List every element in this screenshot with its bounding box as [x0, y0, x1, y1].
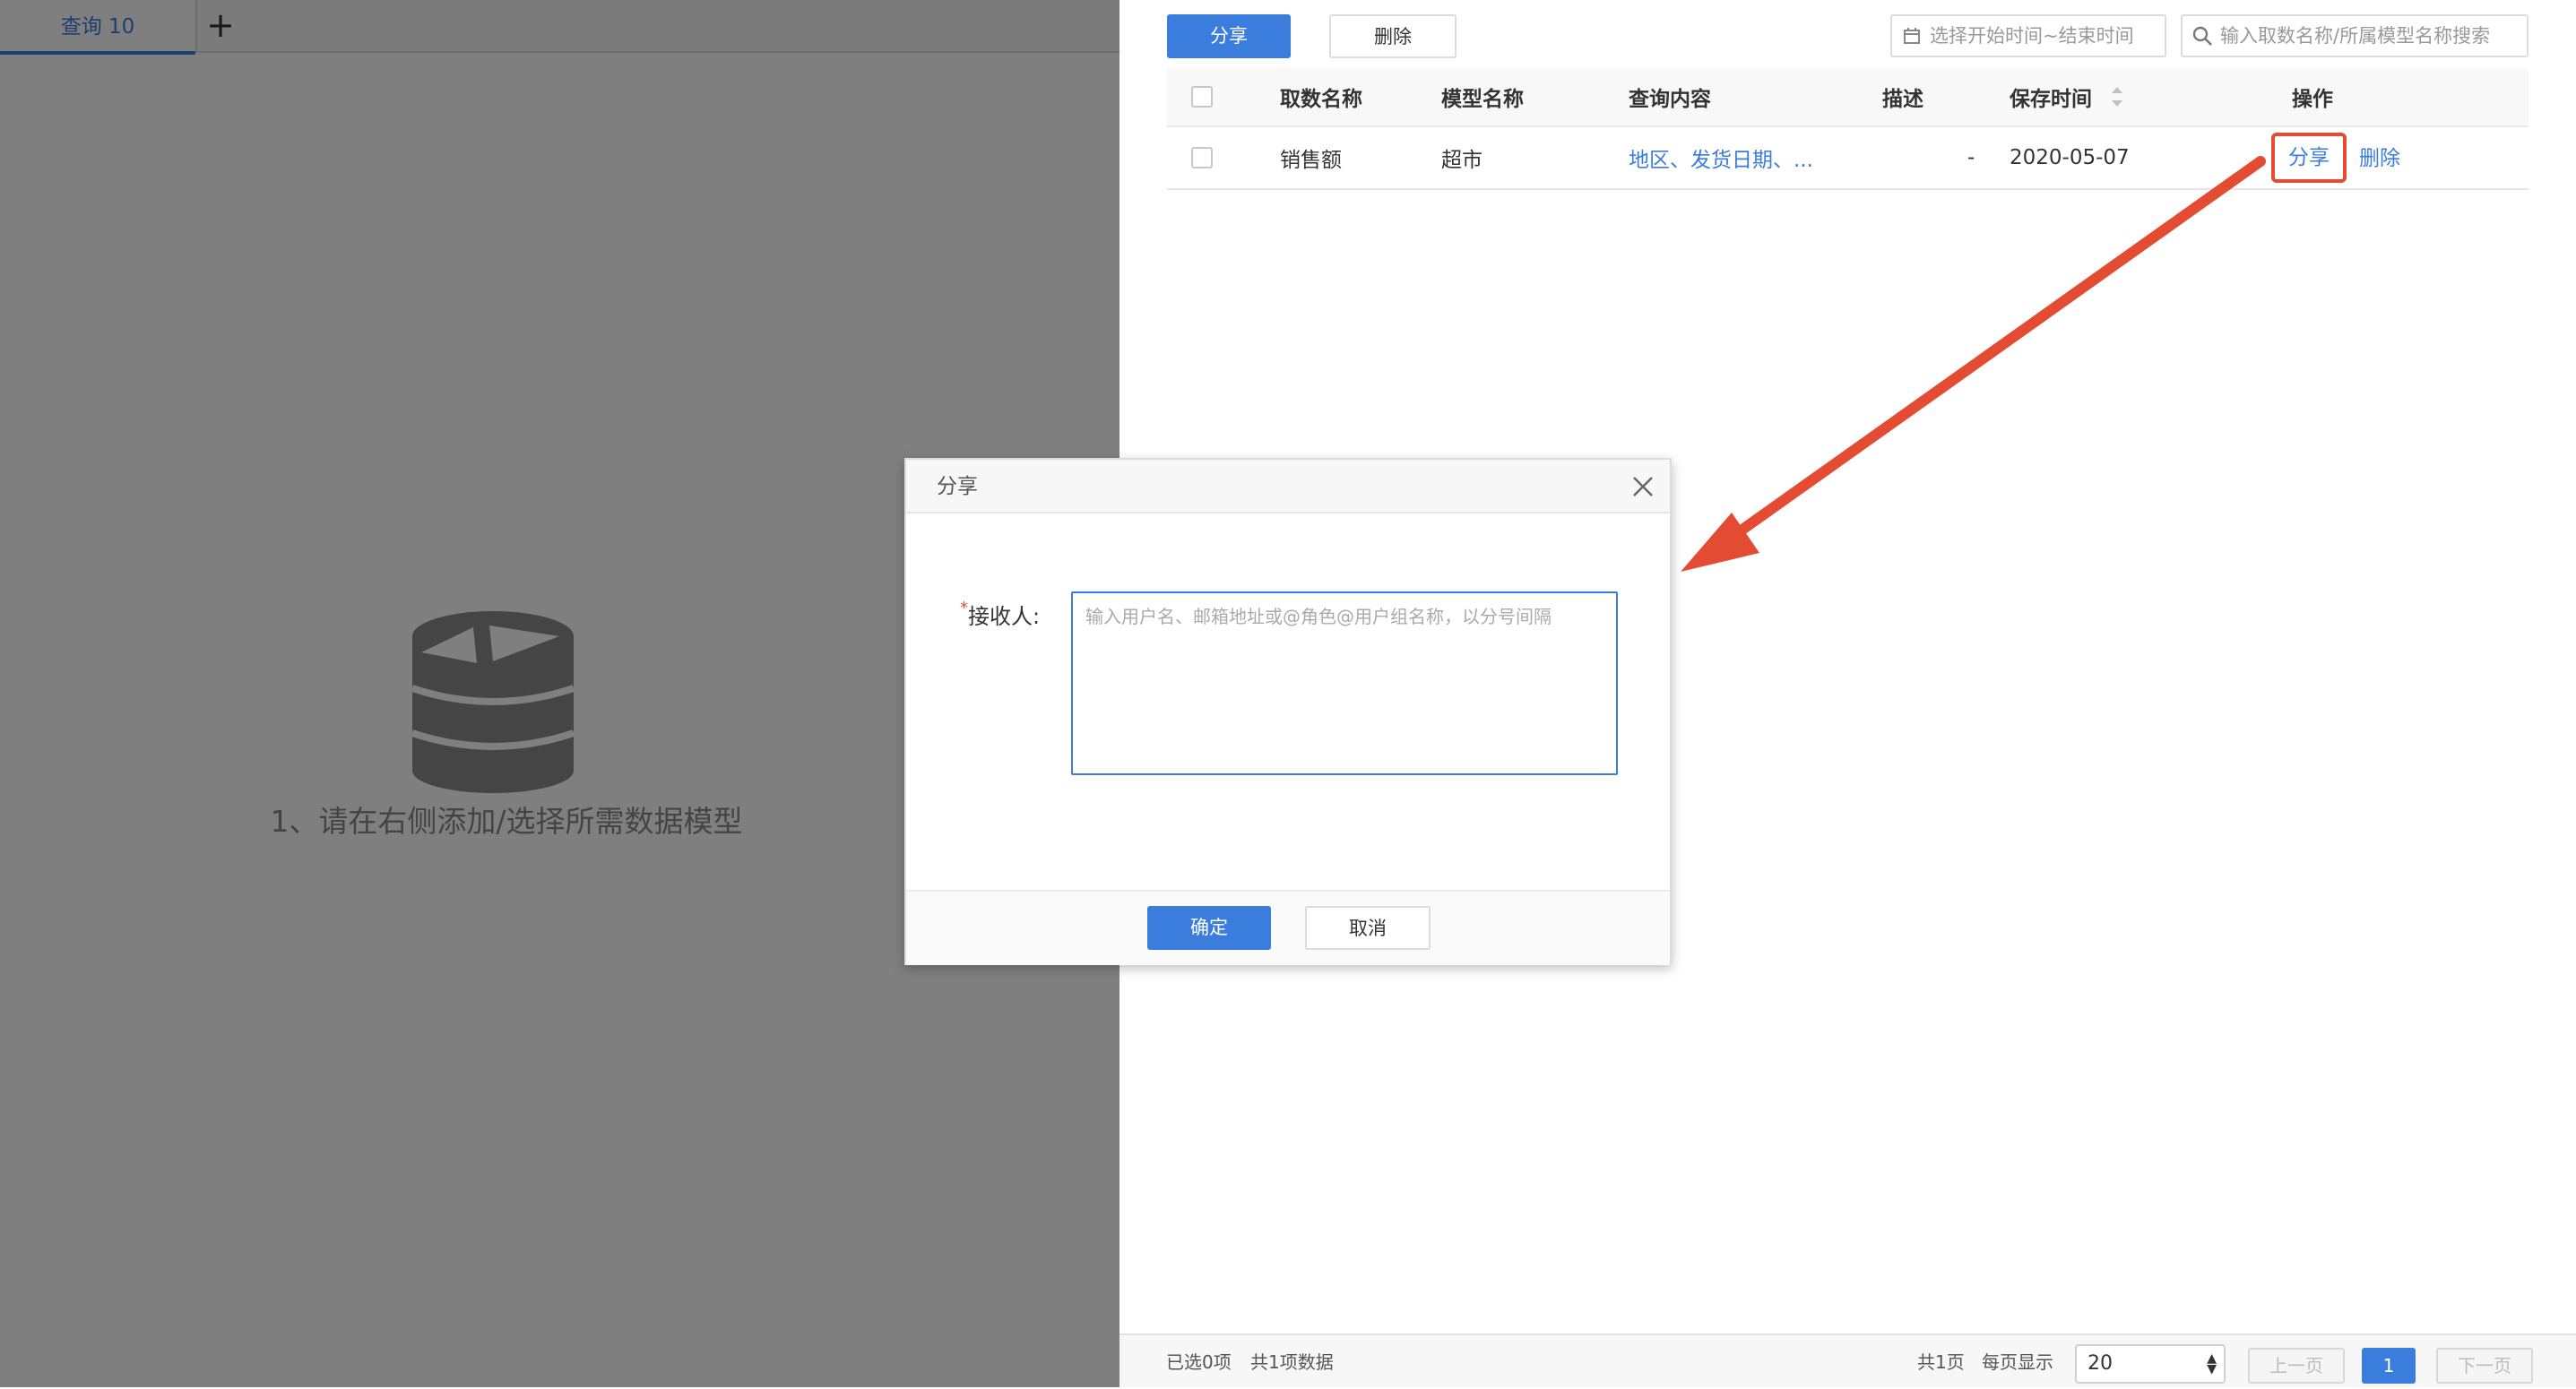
share-button[interactable]: 分享 — [1167, 14, 1291, 58]
search-input[interactable]: 输入取数名称/所属模型名称搜索 — [2181, 14, 2528, 57]
row-select-cell — [1191, 127, 1213, 188]
cell-saved-time: 2020-05-07 — [2010, 146, 2130, 169]
column-header-model: 模型名称 — [1441, 88, 1524, 111]
share-dialog: 分享 *接收人: 确定 取消 — [904, 458, 1672, 965]
saved-time-label: 保存时间 — [2010, 88, 2092, 111]
select-all-checkbox[interactable] — [1191, 86, 1213, 108]
prev-page-button[interactable]: 上一页 — [2248, 1348, 2345, 1384]
row-share-link[interactable]: 分享 — [2271, 133, 2347, 183]
date-range-picker[interactable]: 选择开始时间~结束时间 — [1890, 14, 2166, 57]
cell-model-name: 超市 — [1441, 149, 1482, 172]
page-number-current[interactable]: 1 — [2362, 1348, 2416, 1384]
total-count: 共1项数据 — [1250, 1351, 1334, 1373]
column-header-content: 查询内容 — [1629, 88, 1711, 111]
calendar-icon — [1904, 28, 1920, 44]
next-page-button[interactable]: 下一页 — [2436, 1348, 2533, 1384]
confirm-button[interactable]: 确定 — [1147, 906, 1271, 950]
cancel-button[interactable]: 取消 — [1305, 906, 1431, 950]
close-icon[interactable] — [1630, 474, 1655, 499]
select-all-cell — [1191, 68, 1213, 125]
recipient-label-text: 接收人: — [968, 604, 1041, 629]
pagination-footer: 已选0项 共1项数据 共1页 每页显示 20 ▲ ▼ 上一页 1 下一页 — [1119, 1333, 2576, 1387]
search-placeholder: 输入取数名称/所属模型名称搜索 — [2220, 25, 2491, 47]
per-page-value: 20 — [2088, 1352, 2113, 1375]
column-header-name: 取数名称 — [1280, 88, 1362, 111]
cell-query-content-link[interactable]: 地区、发货日期、... — [1629, 127, 1813, 188]
row-delete-link[interactable]: 删除 — [2359, 127, 2400, 190]
column-header-description: 描述 — [1882, 88, 1923, 111]
dialog-footer: 确定 取消 — [906, 890, 1670, 965]
column-header-saved-time[interactable]: 保存时间 — [2010, 68, 2122, 125]
select-arrows-icon: ▲ ▼ — [2207, 1351, 2217, 1376]
column-header-actions: 操作 — [2292, 88, 2333, 111]
cell-query-name: 销售额 — [1280, 149, 1342, 172]
required-mark: * — [960, 599, 968, 617]
recipient-label: *接收人: — [960, 599, 1040, 630]
per-page-label: 每页显示 — [1982, 1351, 2053, 1373]
page-count: 共1页 — [1917, 1351, 1965, 1373]
sort-icon[interactable] — [2112, 87, 2122, 107]
recipient-input[interactable] — [1071, 591, 1618, 775]
table-row: 销售额 超市 地区、发货日期、... - 2020-05-07 分享 删除 — [1167, 127, 2528, 190]
delete-button[interactable]: 删除 — [1329, 14, 1457, 58]
search-icon — [2192, 26, 2212, 46]
row-checkbox[interactable] — [1191, 147, 1213, 168]
dialog-header: 分享 — [906, 460, 1670, 513]
date-range-placeholder: 选择开始时间~结束时间 — [1930, 25, 2134, 47]
selected-count: 已选0项 — [1166, 1351, 1232, 1373]
dialog-title: 分享 — [937, 475, 978, 498]
per-page-select[interactable]: 20 ▲ ▼ — [2075, 1344, 2226, 1384]
table-header: 取数名称 模型名称 查询内容 描述 保存时间 操作 — [1167, 68, 2528, 127]
cell-description: - — [1967, 146, 1975, 169]
